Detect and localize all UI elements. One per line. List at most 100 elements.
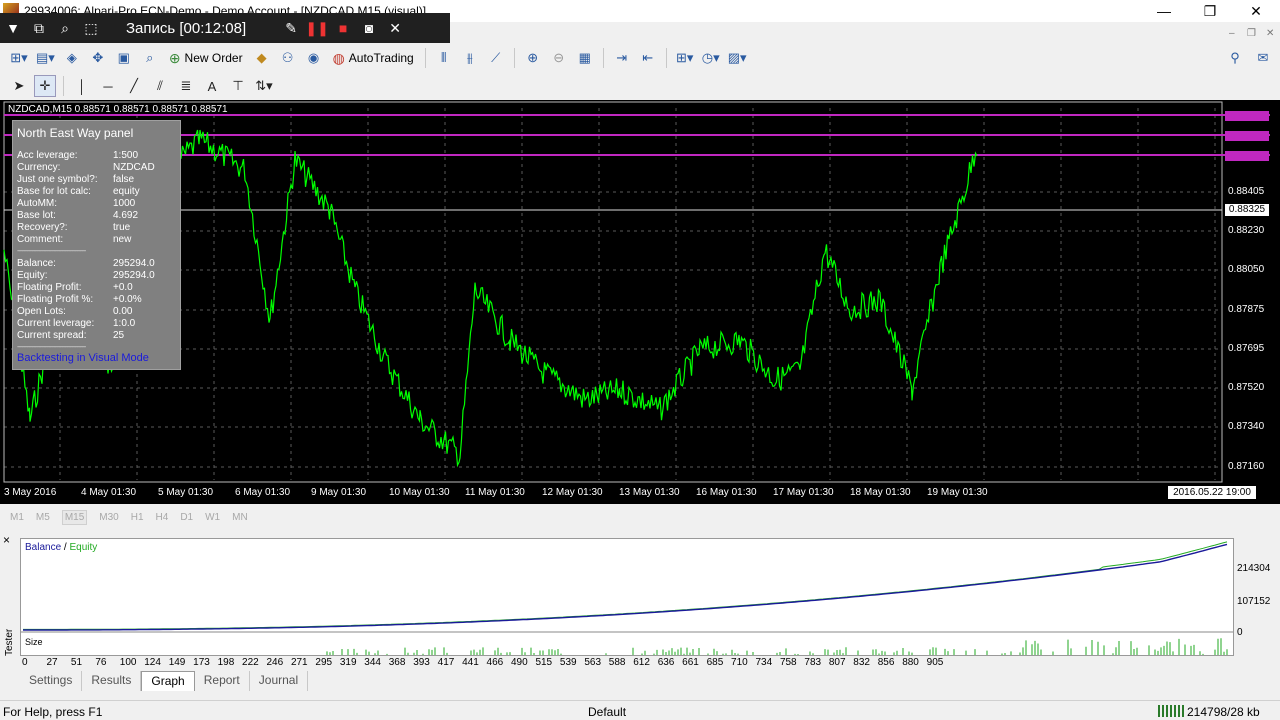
tab-journal[interactable]: Journal <box>250 671 309 691</box>
panel-divider: ----------------------------------------… <box>17 246 86 255</box>
recorder-zoom-icon[interactable]: ⌕ <box>52 13 78 43</box>
search-icon[interactable]: ⚲ <box>1224 47 1246 69</box>
backtesting-link[interactable]: Backtesting in Visual Mode <box>17 352 149 364</box>
autotrading-button[interactable]: ◍ AutoTrading <box>329 47 418 69</box>
graph-y-tick: 0 <box>1237 627 1243 638</box>
panel-value: 4.692 <box>113 210 139 221</box>
date-tick: 17 May 01:30 <box>773 487 834 498</box>
graph-x-tick: 856 <box>877 657 895 668</box>
trendline-icon[interactable]: ╱ <box>123 75 145 97</box>
price-chart[interactable] <box>0 100 1280 504</box>
equidistant-channel-icon[interactable]: ⫽ <box>149 75 171 97</box>
market-watch-icon[interactable]: ◈ <box>61 47 83 69</box>
panel-row: Current spread: 25 <box>17 330 177 341</box>
tab-settings[interactable]: Settings <box>20 671 83 691</box>
date-tick: 6 May 01:30 <box>235 487 291 498</box>
terminal-icon[interactable]: ⌕ <box>139 47 161 69</box>
timeframe-w1-button[interactable]: W1 <box>205 512 220 523</box>
balance-line <box>23 543 1228 631</box>
graph-x-tick: 246 <box>266 657 284 668</box>
close-button[interactable]: ✕ <box>1233 0 1279 22</box>
tab-graph[interactable]: Graph <box>141 671 195 691</box>
timeframe-m30-button[interactable]: M30 <box>99 512 118 523</box>
level-price-label: 0.88750 <box>1225 111 1269 121</box>
chart-shift-icon[interactable]: ⇥ <box>611 47 633 69</box>
periods-icon[interactable]: ◷▾ <box>700 47 722 69</box>
recorder-camera-icon[interactable]: ◙ <box>356 13 382 43</box>
recorder-close-icon[interactable]: ✕ <box>382 13 408 43</box>
recorder-pause-icon[interactable]: ❚❚ <box>304 13 330 43</box>
fibonacci-icon[interactable]: ≣ <box>175 75 197 97</box>
timeframe-d1-button[interactable]: D1 <box>180 512 193 523</box>
tab-results[interactable]: Results <box>82 671 142 691</box>
graph-x-tick: 783 <box>804 657 822 668</box>
horizontal-line-icon[interactable]: ─ <box>97 75 119 97</box>
panel-row: Recovery?: true <box>17 222 177 233</box>
autoscroll-icon[interactable]: ⇤ <box>637 47 659 69</box>
balance-graph <box>20 538 1234 656</box>
graph-x-tick: 490 <box>511 657 528 668</box>
timeframe-h4-button[interactable]: H4 <box>156 512 169 523</box>
signals-icon[interactable]: ⚇ <box>277 47 299 69</box>
graph-x-tick: 539 <box>559 657 577 668</box>
tab-report[interactable]: Report <box>195 671 250 691</box>
data-window-icon[interactable]: ✥ <box>87 47 109 69</box>
line-chart-icon[interactable]: ⟋ <box>485 47 507 69</box>
toolbar-separator <box>665 48 667 68</box>
mdi-minimize-icon[interactable]: – <box>1229 28 1235 39</box>
restore-button[interactable]: ❐ <box>1187 0 1233 22</box>
graph-x-tick: 710 <box>731 657 748 668</box>
mdi-close-icon[interactable]: ✕ <box>1266 28 1274 39</box>
timeframe-mn-button[interactable]: MN <box>232 512 248 523</box>
profiles-icon[interactable]: ▤▾ <box>34 47 57 69</box>
recorder-region-icon[interactable]: ⬚ <box>78 13 104 43</box>
panel-value: NZDCAD <box>113 162 155 173</box>
text-label-icon[interactable]: A <box>201 75 223 97</box>
navigator-icon[interactable]: ▣ <box>113 47 135 69</box>
panel-key: Comment: <box>17 234 64 245</box>
recorder-stop-icon[interactable]: ■ <box>330 13 356 43</box>
mdi-restore-icon[interactable]: ❐ <box>1247 28 1256 39</box>
chat-icon[interactable]: ✉ <box>1252 47 1274 69</box>
graph-x-tick: 344 <box>364 657 381 668</box>
new-chart-icon[interactable]: ⊞▾ <box>8 47 30 69</box>
recorder-pen-icon[interactable]: ✎ <box>278 13 304 43</box>
arrows-icon[interactable]: ⇅▾ <box>253 75 275 97</box>
recorder-window-icon[interactable]: ⧉ <box>26 13 52 43</box>
legend-balance: Balance <box>25 542 62 553</box>
autotrading-icon: ◍ <box>332 49 345 66</box>
panel-key: Currency: <box>17 162 61 173</box>
vertical-line-icon[interactable]: │ <box>71 75 93 97</box>
tile-windows-icon[interactable]: ▦ <box>574 47 596 69</box>
recorder-menu-icon[interactable]: ▼ <box>0 13 26 43</box>
market-icon[interactable]: ◉ <box>303 47 325 69</box>
new-order-button[interactable]: ⊕ New Order <box>165 47 247 69</box>
graph-x-tick: 51 <box>70 657 83 668</box>
graph-x-tick: 368 <box>388 657 406 668</box>
timeframe-m5-button[interactable]: M5 <box>36 512 50 523</box>
timeframe-m15-button[interactable]: M15 <box>61 509 88 525</box>
crosshair-icon[interactable]: ✛ <box>34 75 56 97</box>
timeframe-h1-button[interactable]: H1 <box>131 512 144 523</box>
zoom-in-icon[interactable]: ⊕ <box>522 47 544 69</box>
panel-key: Recovery?: <box>17 222 68 233</box>
metaeditor-icon[interactable]: ◆ <box>251 47 273 69</box>
panel-row: Base lot: 4.692 <box>17 210 177 221</box>
equity-line <box>23 541 1228 630</box>
candlestick-chart-icon[interactable]: ⫵ <box>459 47 481 69</box>
graph-x-tick: 905 <box>926 657 944 668</box>
bar-chart-icon[interactable]: ⫴ <box>433 47 455 69</box>
new-order-icon: ⊕ <box>168 49 181 66</box>
zoom-out-icon[interactable]: ⊖ <box>548 47 570 69</box>
panel-divider: ----------------------------------------… <box>17 342 86 351</box>
tester-close-icon[interactable]: × <box>3 533 10 547</box>
templates-icon[interactable]: ▨▾ <box>726 47 749 69</box>
minimize-button[interactable]: — <box>1141 0 1187 22</box>
north-east-way-panel: North East Way panel Acc leverage: 1:500 … <box>12 120 181 370</box>
text-box-icon[interactable]: ⊤ <box>227 75 249 97</box>
date-tick: 16 May 01:30 <box>696 487 757 498</box>
graph-x-tick: 271 <box>290 657 308 668</box>
indicators-icon[interactable]: ⊞▾ <box>674 47 696 69</box>
timeframe-m1-button[interactable]: M1 <box>10 512 24 523</box>
cursor-icon[interactable]: ➤ <box>8 75 30 97</box>
